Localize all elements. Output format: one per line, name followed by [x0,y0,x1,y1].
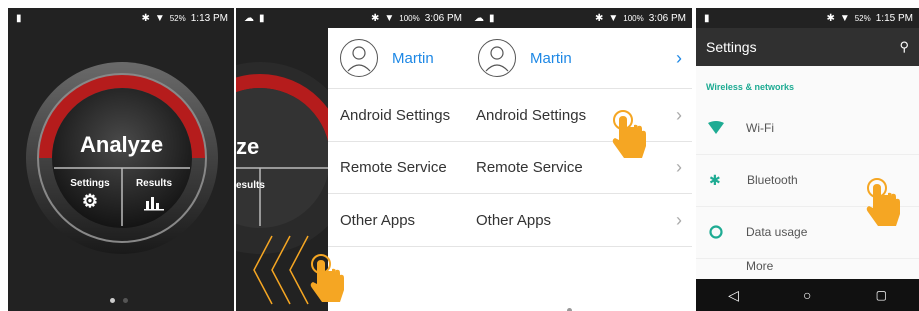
clock: 3:06 PM [648,12,686,24]
side-menu: Martin › Android Settings › Remote Servi… [466,28,692,311]
menu-item-android-settings[interactable]: Android Settings › [466,88,692,142]
settings-button[interactable]: Settings ⚙ [64,178,116,212]
bluetooth-icon: ✱ [709,171,721,188]
chevron-right-icon[interactable]: › [676,48,682,69]
battery-level: 52% [854,13,871,23]
cloud-icon: ☁ [474,12,484,24]
settings-item-label: Data usage [746,225,808,239]
battery-level: 100% [399,13,420,23]
section-header: Wireless & networks [706,82,794,92]
clock: 1:13 PM [190,12,228,24]
chevron-right-icon: › [676,104,682,125]
page-title: Settings [706,39,757,55]
menu-item-label: Remote Service [476,158,583,176]
gear-icon: ⚙ [81,191,99,211]
analyze-partial: ze [236,134,260,159]
menu-item-remote-service[interactable]: Remote Service › [466,141,692,194]
settings-label: Settings [70,178,110,189]
battery-level: 52% [169,13,186,23]
launcher-screen: ▮ ✱ ▼ 52% 1:13 PM Analyze Settings ⚙ Res… [8,8,234,311]
analyze-button[interactable]: Analyze [80,132,163,158]
results-button[interactable]: Results [128,178,180,214]
notification-icon: ▮ [16,12,22,24]
settings-app-bar: Settings ⚲ [696,28,919,66]
tap-hand-icon [612,110,646,158]
settings-item-label: Bluetooth [747,173,798,187]
wifi-icon: ▼ [839,12,850,24]
menu-item-label: Other Apps [340,211,416,229]
clock: 1:15 PM [875,12,913,24]
status-bar: ▮ ✱ ▼ 52% 1:13 PM [8,8,234,28]
android-settings-screen: ▮ ✱ ▼ 52% 1:15 PM Settings ⚲ Wireless & … [696,8,919,311]
bluetooth-icon: ✱ [141,12,150,24]
menu-screen: ☁ ▮ ✱ ▼ 100% 3:06 PM Martin › Android Se… [466,8,692,311]
notification-icon: ▮ [489,12,495,24]
user-avatar-icon [478,39,516,77]
data-usage-icon [709,225,723,239]
home-icon[interactable]: ○ [803,287,811,303]
chevron-right-icon: › [676,156,682,177]
recents-icon[interactable]: ▢ [876,288,887,302]
status-bar: ▮ ✱ ▼ 52% 1:15 PM [696,8,919,28]
wifi-icon [708,121,724,134]
menu-item-remote-service[interactable]: Remote Service [328,141,468,194]
analyze-dial [26,62,218,254]
bar-chart-icon [144,197,164,211]
menu-item-label: Android Settings [476,106,587,124]
user-name: Martin [530,49,572,67]
wifi-icon: ▼ [608,12,619,24]
results-label: Results [135,178,173,189]
bluetooth-icon: ✱ [594,12,604,24]
settings-item-wifi[interactable]: Wi-Fi [696,102,919,155]
menu-swipe-screen: ze esults ☁ ▮ ✱ ▼ 100% 3:06 PM Martin An… [236,8,468,311]
wifi-icon: ▼ [384,12,395,24]
menu-item-other-apps[interactable]: Other Apps [328,194,468,247]
navigation-bar: ◁ ○ ▢ [696,279,919,311]
page-dot [110,298,115,303]
bluetooth-icon: ✱ [826,12,835,24]
page-dot [123,298,128,303]
menu-item-other-apps[interactable]: Other Apps › [466,194,692,247]
notification-icon: ▮ [259,12,265,24]
side-menu: Martin Android Settings Remote Service O… [328,28,468,311]
menu-item-label: Other Apps [476,211,552,229]
menu-item-label: Android Settings [340,106,451,124]
settings-item-label: More [746,259,774,273]
page-indicator [110,298,128,303]
user-name: Martin [392,49,434,67]
page-indicator [567,300,572,311]
results-partial: esults [236,180,265,191]
search-icon[interactable]: ⚲ [899,39,909,55]
menu-item-android-settings[interactable]: Android Settings [328,88,468,142]
settings-item-label: Wi-Fi [746,121,774,135]
menu-item-label: Remote Service [340,158,447,176]
back-icon[interactable]: ◁ [728,287,739,304]
status-bar: ☁ ▮ ✱ ▼ 100% 3:06 PM [466,8,692,28]
battery-level: 100% [623,13,644,23]
tap-hand-icon [866,178,900,226]
bluetooth-icon: ✱ [370,12,380,24]
user-avatar-icon [340,39,378,77]
clock: 3:06 PM [424,12,462,24]
user-profile[interactable]: Martin [328,28,468,88]
chevron-right-icon: › [676,209,682,230]
user-profile[interactable]: Martin › [466,28,692,88]
swipe-hand-icon [310,254,344,302]
wifi-icon: ▼ [154,12,165,24]
status-bar: ☁ ▮ ✱ ▼ 100% 3:06 PM [236,8,468,28]
cloud-icon: ☁ [244,12,254,24]
notification-icon: ▮ [704,12,710,24]
